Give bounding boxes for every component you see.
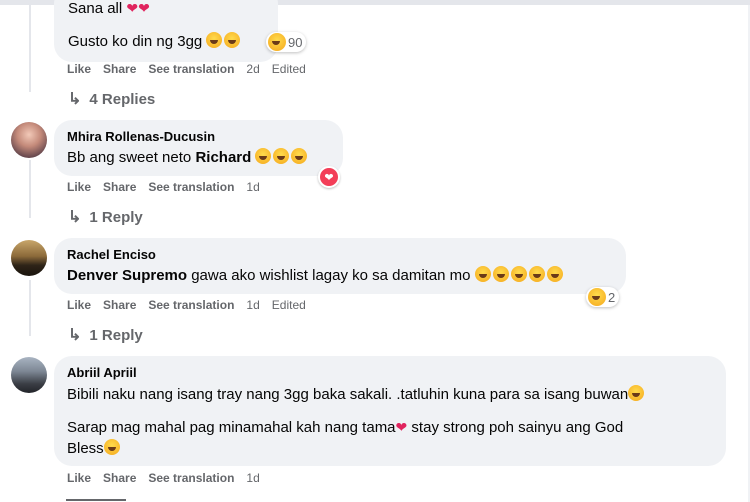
edited-label: Edited: [271, 62, 306, 76]
like-button[interactable]: Like: [67, 471, 91, 485]
red-heart-icon: ❤❤: [126, 0, 150, 16]
share-button[interactable]: Share: [103, 471, 136, 485]
reaction-count: 90: [288, 34, 303, 50]
like-button[interactable]: Like: [67, 62, 91, 76]
reply-arrow-icon: ↳: [68, 327, 82, 344]
smiling-emoji-icon: [255, 148, 272, 164]
laughing-emoji-icon: [528, 266, 545, 282]
commenter-name[interactable]: Abriil Apriil: [67, 365, 137, 380]
comment-text: Bless: [67, 439, 122, 459]
laughing-emoji-icon: [546, 266, 563, 282]
like-button[interactable]: Like: [67, 180, 91, 194]
reaction-count: 2: [608, 289, 616, 305]
reaction-count-pill[interactable]: 2: [586, 287, 620, 307]
commenter-name[interactable]: Rachel Enciso: [67, 247, 156, 262]
thread-line: [29, 0, 31, 92]
avatar[interactable]: [11, 357, 47, 393]
avatar[interactable]: [11, 240, 47, 276]
laughing-emoji-icon: [224, 32, 241, 48]
view-replies-button[interactable]: ↳ 1 Reply: [68, 207, 143, 227]
commenter-name[interactable]: Mhira Rollenas-Ducusin: [67, 129, 215, 144]
comment-text: Denver Supremo gawa ako wishlist lagay k…: [67, 266, 565, 286]
sweat-smile-emoji-icon: [628, 385, 645, 401]
laughing-emoji-icon: [206, 32, 223, 48]
comment-text: Gusto ko din ng 3gg: [68, 32, 242, 52]
comment-actions: Like Share See translation 1d Edited: [67, 298, 318, 312]
timestamp[interactable]: 2d: [246, 62, 259, 76]
replies-label: 1 Reply: [89, 208, 143, 226]
see-translation-button[interactable]: See translation: [148, 471, 234, 485]
love-reaction-icon[interactable]: ❤: [318, 166, 340, 188]
timestamp[interactable]: 1d: [246, 471, 259, 485]
avatar[interactable]: [11, 122, 47, 158]
see-translation-button[interactable]: See translation: [148, 62, 234, 76]
reply-arrow-icon: ↳: [68, 91, 82, 108]
hearts-face-emoji-icon: [273, 148, 290, 164]
comment-actions: Like Share See translation 1d: [67, 471, 272, 485]
blush-emoji-icon: [103, 439, 120, 455]
share-button[interactable]: Share: [103, 298, 136, 312]
laughing-emoji-icon: [492, 266, 509, 282]
reply-arrow-icon: ↳: [68, 209, 82, 226]
view-replies-button[interactable]: ↳ 1 Reply: [68, 325, 143, 345]
replies-label: 4 Replies: [89, 90, 156, 108]
replies-label: 1 Reply: [89, 326, 143, 344]
view-replies-button[interactable]: ↳ 4 Replies: [68, 89, 155, 109]
see-translation-button[interactable]: See translation: [148, 180, 234, 194]
comment-text: Sarap mag mahal pag minamahal kah nang t…: [67, 419, 624, 436]
timestamp[interactable]: 1d: [246, 180, 259, 194]
comment-text-partial: Sana all ❤❤: [68, 0, 150, 17]
haha-reaction-icon: [588, 288, 606, 306]
thread-line: [29, 280, 31, 336]
laughing-emoji-icon: [510, 266, 527, 282]
see-translation-button[interactable]: See translation: [148, 298, 234, 312]
edited-label: Edited: [271, 298, 306, 312]
cutoff-replies-row[interactable]: [66, 497, 136, 502]
like-button[interactable]: Like: [67, 298, 91, 312]
reaction-count-pill[interactable]: 90: [266, 32, 307, 52]
comment-actions: Like Share See translation 2d Edited: [67, 62, 318, 76]
mention-link[interactable]: Richard: [195, 149, 251, 166]
timestamp[interactable]: 1d: [246, 298, 259, 312]
laughing-emoji-icon: [474, 266, 491, 282]
comment-text: Bb ang sweet neto Richard: [67, 148, 309, 168]
hearts-face-emoji-icon: [291, 148, 308, 164]
comment-actions: Like Share See translation 1d: [67, 180, 272, 194]
heart-icon: ❤: [395, 419, 408, 435]
haha-reaction-icon: [268, 33, 286, 51]
comment-bubble: [54, 356, 726, 466]
thread-line: [29, 160, 31, 218]
mention-link[interactable]: Denver Supremo: [67, 267, 187, 284]
comment-text: Bibili naku nang isang tray nang 3gg bak…: [67, 385, 646, 405]
share-button[interactable]: Share: [103, 180, 136, 194]
share-button[interactable]: Share: [103, 62, 136, 76]
